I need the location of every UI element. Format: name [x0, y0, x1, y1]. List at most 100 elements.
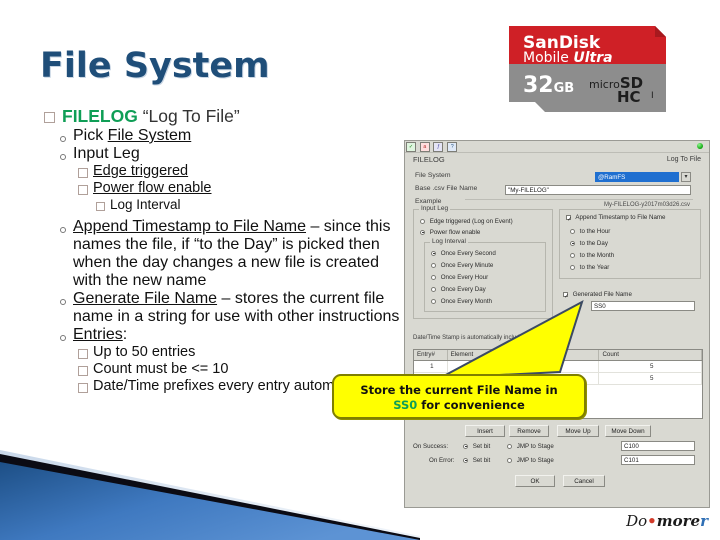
column-count: Count — [599, 350, 703, 360]
option-power-flow-enable[interactable]: Power flow enable — [420, 229, 480, 236]
on-success-value[interactable]: C100 — [621, 441, 695, 451]
do-more-logo: Do•morer — [626, 512, 708, 530]
append-timestamp-label: Append Timestamp to File Name — [575, 214, 666, 221]
on-error-jmp-stage[interactable]: JMP to Stage — [507, 457, 554, 464]
radio-on-success-jmp-stage[interactable] — [507, 443, 512, 449]
example-label: Example — [415, 198, 442, 205]
callout-line-2: for convenience — [421, 398, 525, 412]
checkbox-generated-file-name[interactable]: ✓ Generated File Name — [563, 291, 632, 300]
circle-bullet-icon — [60, 299, 66, 305]
radio-on-error-jmp-stage[interactable] — [507, 457, 512, 463]
option-once-every-hour[interactable]: Once Every Hour — [431, 274, 488, 281]
option-to-the-hour[interactable]: to the Hour — [570, 228, 610, 235]
base-name-value[interactable]: "My-FILELOG" — [505, 185, 691, 195]
outline-item-generate-file-name: Generate File Name – stores the current … — [60, 290, 404, 326]
option-to-the-month[interactable]: to the Month — [570, 252, 614, 259]
option-once-every-month[interactable]: Once Every Month — [431, 298, 492, 305]
base-name-row: Base .csv File Name "My-FILELOG" — [405, 185, 709, 198]
logo-do: Do — [626, 512, 648, 530]
move-down-button[interactable]: Move Down — [605, 425, 651, 437]
datetime-stamp-note: Date/Time Stamp is automatically include… — [413, 335, 558, 341]
abc-icon[interactable]: a — [419, 142, 430, 152]
square-bullet-icon — [96, 202, 105, 211]
filelog-quoted: “Log To File” — [142, 106, 240, 126]
radio-power-flow-enable[interactable] — [420, 229, 425, 235]
generated-file-name-value[interactable]: SS0 — [591, 301, 695, 311]
outline-item-edge-triggered: Edge triggered — [78, 163, 404, 180]
radio-to-the-day[interactable] — [570, 240, 575, 246]
square-bullet-icon — [78, 349, 88, 359]
file-system-dropdown-icon[interactable]: ▾ — [681, 172, 691, 182]
radio-once-every-second[interactable] — [431, 250, 436, 256]
input-leg-label: Input Leg — [73, 145, 140, 162]
column-element: Element — [448, 350, 600, 360]
move-up-button[interactable]: Move Up — [557, 425, 599, 437]
option-to-the-day[interactable]: to the Day — [570, 240, 608, 247]
slide-body: FILELOG “Log To File” Pick File System I… — [44, 106, 404, 395]
count-limit-label: Count must be <= 10 — [93, 361, 229, 377]
file-system-value[interactable]: @RamFS — [595, 172, 679, 182]
edge-triggered-label: Edge triggered — [93, 163, 189, 179]
on-success-jmp-stage[interactable]: JMP to Stage — [507, 443, 554, 450]
instruction-name: FILELOG — [413, 155, 445, 164]
cell-entry-number: 1 — [414, 361, 448, 372]
ok-button[interactable]: OK — [515, 475, 555, 487]
table-row[interactable]: 1 5 — [414, 361, 703, 373]
status-led — [697, 143, 703, 149]
remove-button[interactable]: Remove — [509, 425, 549, 437]
option-once-every-month-label: Once Every Month — [440, 298, 492, 305]
filelog-keyword: FILELOG — [62, 106, 138, 126]
radio-once-every-minute[interactable] — [431, 262, 436, 268]
input-leg-group: Input Leg Edge triggered (Log on Event) … — [413, 205, 553, 319]
radio-once-every-hour[interactable] — [431, 274, 436, 280]
check-icon[interactable]: ✓ — [406, 142, 416, 152]
radio-once-every-day[interactable] — [431, 286, 436, 292]
square-bullet-icon — [78, 185, 88, 195]
up-to-50-label: Up to 50 entries — [93, 344, 196, 360]
help-icon[interactable]: ? — [447, 142, 458, 152]
on-success-set-bit-label: Set bit — [472, 443, 491, 450]
insert-button[interactable]: Insert — [465, 425, 505, 437]
option-once-every-day[interactable]: Once Every Day — [431, 286, 486, 293]
on-error-jmp-stage-label: JMP to Stage — [516, 457, 554, 464]
option-to-the-year[interactable]: to the Year — [570, 264, 609, 271]
option-once-every-second-label: Once Every Second — [440, 250, 496, 257]
radio-to-the-month[interactable] — [570, 252, 575, 258]
square-bullet-icon — [44, 112, 55, 123]
on-success-set-bit[interactable]: Set bit — [463, 443, 490, 450]
callout-line-1: Store the current File Name in — [360, 383, 558, 397]
option-to-the-month-label: to the Month — [579, 252, 615, 259]
pick-file-system-underlined: File System — [107, 127, 192, 144]
on-error-set-bit-label: Set bit — [472, 457, 491, 464]
log-interval-label: Log Interval — [110, 197, 181, 212]
radio-once-every-month[interactable] — [431, 298, 436, 304]
radio-on-error-set-bit[interactable] — [463, 457, 468, 463]
generate-file-name-underlined: Generate File Name — [73, 290, 218, 307]
option-once-every-hour-label: Once Every Hour — [440, 274, 489, 281]
circle-bullet-icon — [60, 136, 66, 142]
file-system-row: File System @RamFS ▾ — [405, 172, 709, 185]
radio-to-the-hour[interactable] — [570, 228, 575, 234]
example-value: My-FILELOG-y2017m03d26.csv — [465, 199, 693, 209]
option-edge-triggered[interactable]: Edge triggered (Log on Event) — [420, 218, 513, 225]
cancel-button[interactable]: Cancel — [563, 475, 605, 487]
option-once-every-minute[interactable]: Once Every Minute — [431, 262, 493, 269]
filelog-dialog-screenshot[interactable]: ✓ a ƒ ? FILELOG Log To File File System … — [404, 140, 710, 508]
radio-to-the-year[interactable] — [570, 264, 575, 270]
fx-icon[interactable]: ƒ — [433, 142, 444, 152]
entries-underlined: Entries — [73, 326, 123, 343]
checkbox-append-timestamp[interactable]: ✓ Append Timestamp to File Name — [566, 214, 666, 223]
dialog-toolbar[interactable]: ✓ a ƒ ? — [405, 141, 709, 153]
radio-on-success-set-bit[interactable] — [463, 443, 468, 449]
radio-edge-triggered[interactable] — [420, 218, 425, 224]
checkbox-generated-file-name-box[interactable]: ✓ — [563, 291, 569, 300]
square-bullet-icon — [78, 383, 88, 393]
option-once-every-second[interactable]: Once Every Second — [431, 250, 496, 257]
outline-item-power-flow-enable: Power flow enable — [78, 180, 404, 197]
on-error-value[interactable]: C101 — [621, 455, 695, 465]
file-system-label: File System — [415, 172, 451, 179]
input-leg-group-title: Input Leg — [419, 205, 451, 212]
on-success-label: On Success: — [413, 443, 449, 450]
checkbox-append-timestamp-box[interactable]: ✓ — [566, 214, 572, 223]
on-error-set-bit[interactable]: Set bit — [463, 457, 490, 464]
